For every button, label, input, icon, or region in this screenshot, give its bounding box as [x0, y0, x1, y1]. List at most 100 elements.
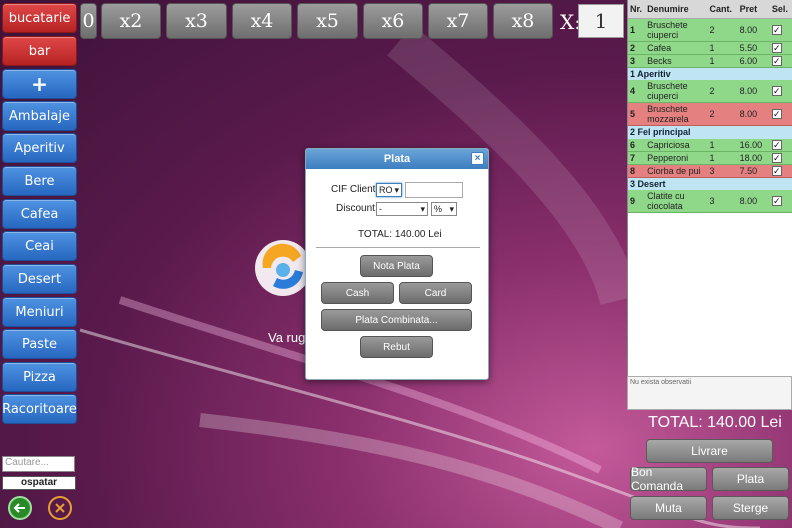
category-paste[interactable]: Paste — [2, 329, 77, 359]
category-bere[interactable]: Bere — [2, 166, 77, 196]
row-price: 6.00 — [737, 54, 770, 68]
row-name: Bruschete ciuperci — [645, 80, 708, 103]
multiplier-x5-button[interactable]: x5 — [297, 3, 358, 39]
table-row[interactable]: 6 Capriciosa 1 16.00 ✓ — [628, 138, 792, 152]
row-select-checkbox[interactable]: ✓ — [771, 152, 782, 163]
category-ambalaje[interactable]: Ambalaje — [2, 101, 77, 131]
row-price: 7.50 — [737, 164, 770, 178]
row-nr: 4 — [628, 80, 646, 103]
muta-button[interactable]: Muta — [630, 496, 707, 520]
multiplier-x3-button[interactable]: x3 — [166, 3, 227, 39]
discount-unit: % — [434, 204, 443, 214]
row-select-checkbox[interactable]: ✓ — [771, 139, 782, 150]
row-qty: 1 — [707, 138, 738, 152]
category-aperitiv[interactable]: Aperitiv — [2, 133, 77, 163]
table-row[interactable]: 7 Pepperoni 1 18.00 ✓ — [628, 151, 792, 165]
row-qty: 2 — [707, 102, 738, 126]
group-header: 1 Aperitiv — [628, 67, 792, 80]
multiplier-x4-button[interactable]: x4 — [232, 3, 292, 39]
waiter-button[interactable]: ospatar — [2, 476, 76, 490]
chevron-down-icon: ▾ — [420, 203, 425, 214]
discount-unit-select[interactable]: % ▾ — [431, 202, 457, 216]
row-select-checkbox[interactable]: ✓ — [771, 42, 782, 53]
multiplier-x2-button[interactable]: x2 — [101, 3, 161, 39]
row-name: Bruschete mozzarela — [645, 102, 708, 126]
dialog-total: TOTAL: 140.00 Lei — [358, 229, 442, 240]
table-row[interactable]: 1 Bruschete ciuperci 2 8.00 ✓ — [628, 18, 792, 42]
table-row[interactable]: 8 Ciorba de pui 3 7.50 ✓ — [628, 164, 792, 178]
col-qty: Cant. — [707, 0, 738, 19]
order-table: Nr. Denumire Cant. Pret Sel. 1 Bruschete… — [628, 0, 792, 213]
cif-input[interactable] — [405, 182, 463, 198]
category-bar[interactable]: bar — [2, 36, 77, 66]
discount-value: - — [379, 204, 382, 214]
dialog-titlebar: Plata × — [306, 149, 488, 169]
row-nr: 1 — [628, 18, 646, 42]
group-title: 2 Fel principal — [628, 125, 792, 139]
row-price: 16.00 — [737, 138, 770, 152]
add-category-button[interactable]: + — [2, 69, 77, 99]
discount-value-select[interactable]: - ▾ — [376, 202, 428, 216]
nota-plata-button[interactable]: Nota Plata — [360, 255, 433, 277]
row-select-checkbox[interactable]: ✓ — [771, 55, 782, 66]
table-row[interactable]: 4 Bruschete ciuperci 2 8.00 ✓ — [628, 80, 792, 103]
order-panel: Nr. Denumire Cant. Pret Sel. 1 Bruschete… — [627, 0, 792, 410]
col-price: Pret — [737, 0, 770, 19]
plata-button[interactable]: Plata — [712, 467, 789, 491]
group-header: 2 Fel principal — [628, 125, 792, 139]
table-row[interactable]: 3 Becks 1 6.00 ✓ — [628, 54, 792, 68]
category-cafea[interactable]: Cafea — [2, 199, 77, 229]
order-table-header: Nr. Denumire Cant. Pret Sel. — [628, 0, 792, 19]
row-nr: 7 — [628, 151, 646, 165]
category-meniuri[interactable]: Meniuri — [2, 297, 77, 327]
row-qty: 3 — [707, 164, 738, 178]
row-nr: 9 — [628, 190, 646, 213]
col-name: Denumire — [645, 0, 708, 19]
multiplier-input[interactable]: 1 — [578, 4, 624, 38]
bon-comanda-button[interactable]: Bon Comanda — [630, 465, 707, 493]
row-nr: 3 — [628, 54, 646, 68]
table-row[interactable]: 9 Clatite cu ciocolata 3 8.00 ✓ — [628, 190, 792, 213]
row-select-checkbox[interactable]: ✓ — [771, 24, 782, 35]
category-desert[interactable]: Desert — [2, 264, 77, 294]
close-icon[interactable]: × — [471, 152, 484, 165]
livrare-button[interactable]: Livrare — [646, 439, 773, 463]
row-nr: 5 — [628, 102, 646, 126]
card-button[interactable]: Card — [399, 282, 472, 304]
observations-field[interactable]: Nu exista observatii — [627, 376, 792, 410]
category-ceai[interactable]: Ceai — [2, 231, 77, 261]
multiplier-x7-button[interactable]: x7 — [428, 3, 488, 39]
rebut-button[interactable]: Rebut — [360, 336, 433, 358]
row-select-checkbox[interactable]: ✓ — [771, 109, 782, 119]
multiplier-0-button[interactable]: 0 — [80, 3, 97, 39]
plata-combinata-button[interactable]: Plata Combinata... — [321, 309, 472, 331]
table-row[interactable]: 5 Bruschete mozzarela 2 8.00 ✓ — [628, 102, 792, 126]
payment-dialog: Plata × CIF Client: RO ▾ Discount: - ▾ %… — [305, 148, 489, 380]
row-select-checkbox[interactable]: ✓ — [771, 86, 782, 96]
close-x-icon[interactable] — [48, 496, 72, 520]
cash-button[interactable]: Cash — [321, 282, 394, 304]
group-title: 3 Desert — [628, 177, 792, 190]
sterge-button[interactable]: Sterge — [712, 496, 789, 520]
category-pizza[interactable]: Pizza — [2, 362, 77, 392]
group-header: 3 Desert — [628, 177, 792, 190]
cif-label: CIF Client: — [331, 184, 379, 195]
row-name: Capriciosa — [645, 138, 708, 152]
row-price: 8.00 — [737, 18, 770, 42]
multiplier-x8-button[interactable]: x8 — [493, 3, 553, 39]
app-logo — [253, 228, 313, 310]
row-price: 8.00 — [737, 102, 770, 126]
search-input[interactable]: Cautare... — [2, 456, 75, 472]
category-bucatarie[interactable]: bucatarie — [2, 3, 77, 33]
chevron-down-icon: ▾ — [449, 203, 454, 214]
multiplier-x6-button[interactable]: x6 — [363, 3, 423, 39]
table-row[interactable]: 2 Cafea 1 5.50 ✓ — [628, 41, 792, 55]
cif-prefix-value: RO — [379, 185, 393, 195]
row-select-checkbox[interactable]: ✓ — [771, 196, 782, 206]
row-select-checkbox[interactable]: ✓ — [771, 165, 782, 176]
cif-prefix-select[interactable]: RO ▾ — [376, 183, 402, 197]
row-nr: 8 — [628, 164, 646, 178]
row-qty: 1 — [707, 54, 738, 68]
back-arrow-icon[interactable] — [8, 496, 32, 520]
category-racoritoare[interactable]: Racoritoare — [2, 394, 77, 424]
